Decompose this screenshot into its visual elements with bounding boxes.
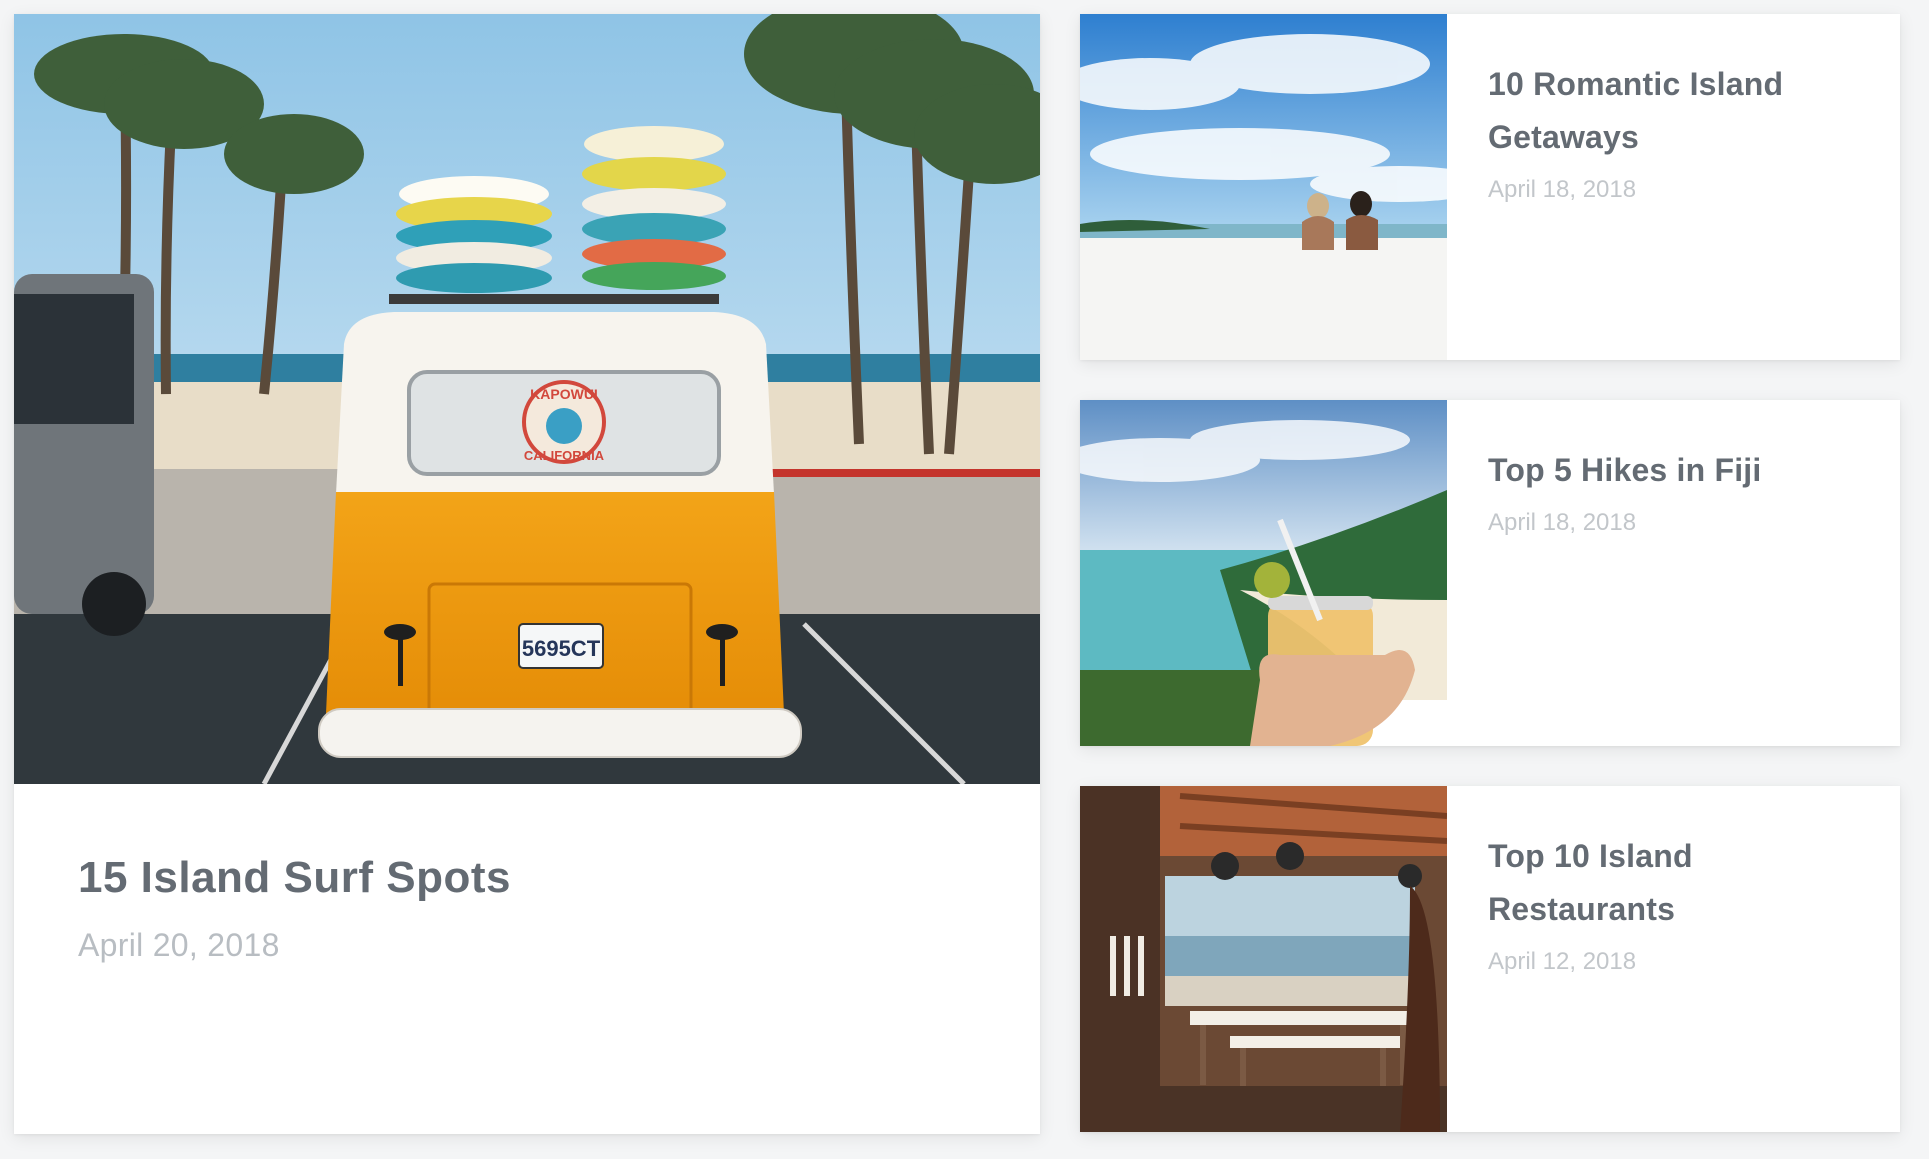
post-card-romantic-getaways[interactable]: 10 Romantic Island Getaways April 18, 20… bbox=[1080, 14, 1900, 360]
post-title[interactable]: Top 10 Island Restaurants bbox=[1488, 830, 1864, 936]
post-date: April 18, 2018 bbox=[1488, 509, 1637, 536]
post-image-beach-couple[interactable] bbox=[1080, 14, 1447, 360]
featured-post-title[interactable]: 15 Island Surf Spots bbox=[78, 852, 976, 905]
bus-sticker-bottom-text: CALIFORNIA bbox=[524, 448, 605, 463]
post-date: April 12, 2018 bbox=[1488, 948, 1637, 975]
post-date: April 18, 2018 bbox=[1488, 176, 1637, 203]
featured-post-image[interactable]: KAPOWUI CALIFORNIA 5695CT bbox=[14, 14, 1040, 784]
featured-post-date: April 20, 2018 bbox=[78, 926, 280, 963]
license-plate-text: 5695CT bbox=[522, 636, 601, 661]
post-card-island-restaurants[interactable]: Top 10 Island Restaurants April 12, 2018 bbox=[1080, 786, 1900, 1132]
post-image-restaurant[interactable] bbox=[1080, 786, 1447, 1132]
post-title[interactable]: Top 5 Hikes in Fiji bbox=[1488, 444, 1864, 497]
post-image-drink-beach[interactable] bbox=[1080, 400, 1447, 746]
featured-post-card[interactable]: KAPOWUI CALIFORNIA 5695CT 15 Island Surf… bbox=[14, 14, 1040, 1134]
post-card-fiji-hikes[interactable]: Top 5 Hikes in Fiji April 18, 2018 bbox=[1080, 400, 1900, 746]
bus-sticker-top-text: KAPOWUI bbox=[530, 386, 598, 402]
post-title[interactable]: 10 Romantic Island Getaways bbox=[1488, 58, 1864, 164]
